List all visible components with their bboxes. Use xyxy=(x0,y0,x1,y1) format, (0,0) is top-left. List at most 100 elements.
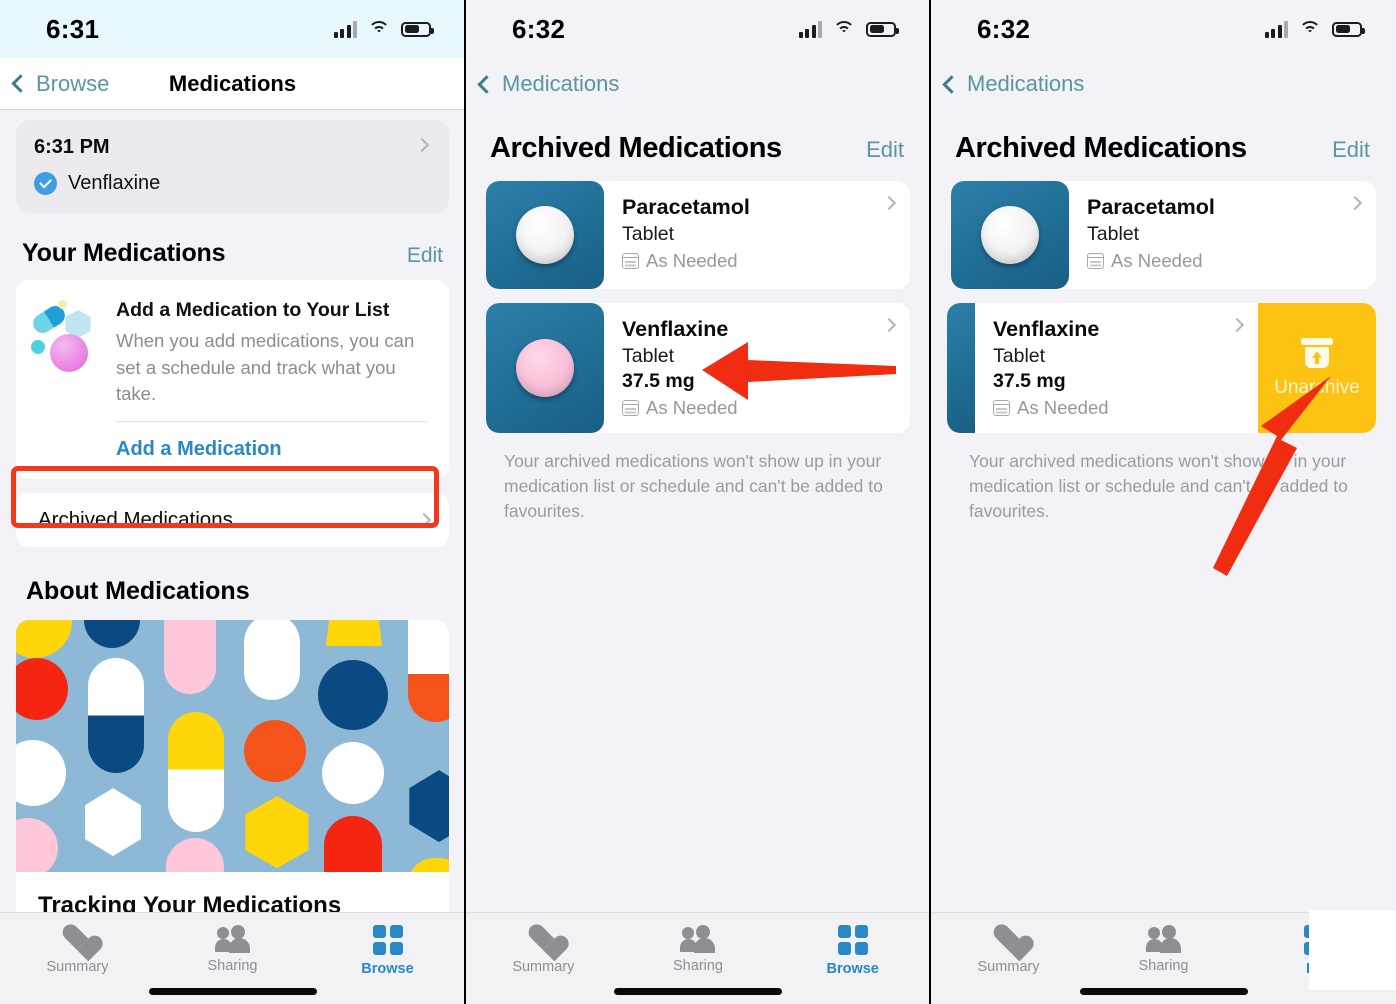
unarchive-button[interactable]: Unarchive xyxy=(1258,303,1376,434)
medication-row-swiped[interactable]: Venflaxine Tablet 37.5 mg As Needed Unar… xyxy=(947,303,1376,434)
battery-icon xyxy=(866,21,899,37)
tab-sharing[interactable]: Sharing xyxy=(155,925,310,974)
cellular-signal-icon xyxy=(1264,20,1288,38)
medication-dose: 37.5 mg xyxy=(993,370,1066,393)
back-button-label: Medications xyxy=(502,71,620,96)
back-button-label: Medications xyxy=(967,71,1085,96)
tab-browse[interactable]: Browse xyxy=(310,925,465,977)
medication-schedule: As Needed xyxy=(1087,250,1360,272)
chevron-left-icon xyxy=(11,74,30,93)
status-time: 6:32 xyxy=(977,13,1031,44)
tab-summary-label: Summary xyxy=(512,959,575,975)
status-bar: 6:32 xyxy=(931,0,1396,58)
unarchive-icon xyxy=(1300,337,1334,368)
edit-button[interactable]: Edit xyxy=(407,244,443,268)
back-button[interactable]: Medications xyxy=(931,71,1084,97)
about-medications-card[interactable]: Tracking Your Medications xyxy=(16,620,449,945)
medication-schedule: As Needed xyxy=(993,397,1242,419)
chevron-left-icon xyxy=(477,74,496,94)
tab-bar: Summary Sharing Browse xyxy=(466,912,930,1004)
medication-row[interactable]: Paracetamol Tablet As Needed xyxy=(951,181,1376,289)
medication-form: Tablet xyxy=(622,223,675,246)
grid-icon xyxy=(837,925,868,955)
heart-icon xyxy=(62,925,93,953)
people-icon xyxy=(680,925,716,953)
log-medication-name: Venflaxine xyxy=(68,172,161,194)
pills-illustration-icon xyxy=(29,300,102,372)
back-button-label: Browse xyxy=(36,70,110,96)
checkmark-icon xyxy=(34,172,57,195)
medication-dose: 37.5 mg xyxy=(622,370,695,393)
heart-icon xyxy=(528,925,559,953)
tab-browse[interactable]: Browse xyxy=(775,925,930,977)
tab-browse-label: Browse xyxy=(361,961,414,977)
medication-row[interactable]: Venflaxine Tablet 37.5 mg As Needed xyxy=(486,303,910,434)
phone-panel-swipe-unarchive: 6:32 Medications Archived Medications Ed… xyxy=(931,0,1396,1004)
medication-form: Tablet xyxy=(622,345,675,368)
page-title: Archived Medications xyxy=(490,132,782,164)
crop-occluder xyxy=(1309,910,1396,990)
footer-note: Your archived medications won't show up … xyxy=(969,451,1348,522)
tab-sharing[interactable]: Sharing xyxy=(1086,925,1241,974)
medication-form: Tablet xyxy=(993,345,1046,368)
medication-log-card[interactable]: 6:31 PM Venflaxine xyxy=(16,120,449,213)
medication-row[interactable]: Paracetamol Tablet As Needed xyxy=(486,181,910,289)
medication-name: Venflaxine xyxy=(622,317,729,341)
pill-icon xyxy=(516,206,574,264)
page-title: Archived Medications xyxy=(955,132,1247,164)
schedule-label: As Needed xyxy=(1017,397,1109,419)
medication-name: Venflaxine xyxy=(993,317,1100,341)
calendar-icon xyxy=(622,253,639,270)
medication-form: Tablet xyxy=(1087,223,1140,246)
tab-summary-label: Summary xyxy=(977,959,1040,975)
status-indicators xyxy=(333,20,434,38)
battery-icon xyxy=(1332,21,1365,37)
nav-bar: Medications xyxy=(931,58,1396,110)
back-button[interactable]: Browse xyxy=(0,71,109,97)
edit-button[interactable]: Edit xyxy=(866,137,904,163)
archived-medications-row[interactable]: Archived Medications xyxy=(16,493,449,548)
back-button[interactable]: Medications xyxy=(466,71,619,97)
calendar-icon xyxy=(1087,253,1104,270)
tab-summary[interactable]: Summary xyxy=(466,925,621,975)
tab-sharing[interactable]: Sharing xyxy=(621,925,776,974)
medication-schedule: As Needed xyxy=(622,397,894,419)
nav-bar: Medications xyxy=(466,58,930,110)
wifi-icon xyxy=(833,21,855,37)
status-time: 6:31 xyxy=(46,13,100,44)
tab-summary[interactable]: Summary xyxy=(0,925,155,975)
medication-name: Paracetamol xyxy=(622,195,750,219)
tab-bar: Summary Sharing Browse xyxy=(0,912,465,1004)
medication-thumbnail xyxy=(951,181,1069,289)
add-card-title: Add a Medication to Your List xyxy=(116,299,390,321)
wifi-icon xyxy=(1299,21,1321,37)
edit-button[interactable]: Edit xyxy=(1332,137,1370,163)
wifi-icon xyxy=(368,21,390,37)
archived-medications-label: Archived Medications xyxy=(38,508,233,532)
grid-icon xyxy=(372,925,403,955)
unarchive-label: Unarchive xyxy=(1274,376,1360,398)
schedule-label: As Needed xyxy=(646,397,738,419)
nav-bar: Browse Medications xyxy=(0,58,465,110)
calendar-icon xyxy=(993,400,1010,417)
schedule-label: As Needed xyxy=(646,250,738,272)
status-bar: 6:32 xyxy=(466,0,930,58)
tab-summary[interactable]: Summary xyxy=(931,925,1086,975)
calendar-icon xyxy=(622,400,639,417)
home-indicator xyxy=(614,988,782,995)
medication-name: Paracetamol xyxy=(1087,195,1215,219)
phone-panel-medications: 6:31 Browse Medications 6:31 PM Venflaxi… xyxy=(0,0,465,1004)
add-a-medication-button[interactable]: Add a Medication xyxy=(116,422,427,479)
log-time: 6:31 PM xyxy=(34,136,110,158)
home-indicator xyxy=(1079,988,1248,995)
tab-sharing-label: Sharing xyxy=(1138,958,1189,974)
medication-thumbnail xyxy=(486,303,604,434)
tab-sharing-label: Sharing xyxy=(207,958,258,974)
pill-pattern-image xyxy=(16,620,449,873)
tab-bar: Summary Sharing Bro xyxy=(931,910,1396,1004)
people-icon xyxy=(1145,925,1182,953)
medication-schedule: As Needed xyxy=(622,250,894,272)
pill-icon xyxy=(516,339,574,398)
add-medication-card: Add a Medication to Your List When you a… xyxy=(16,280,449,480)
large-title-row: Archived Medications Edit xyxy=(466,110,930,181)
